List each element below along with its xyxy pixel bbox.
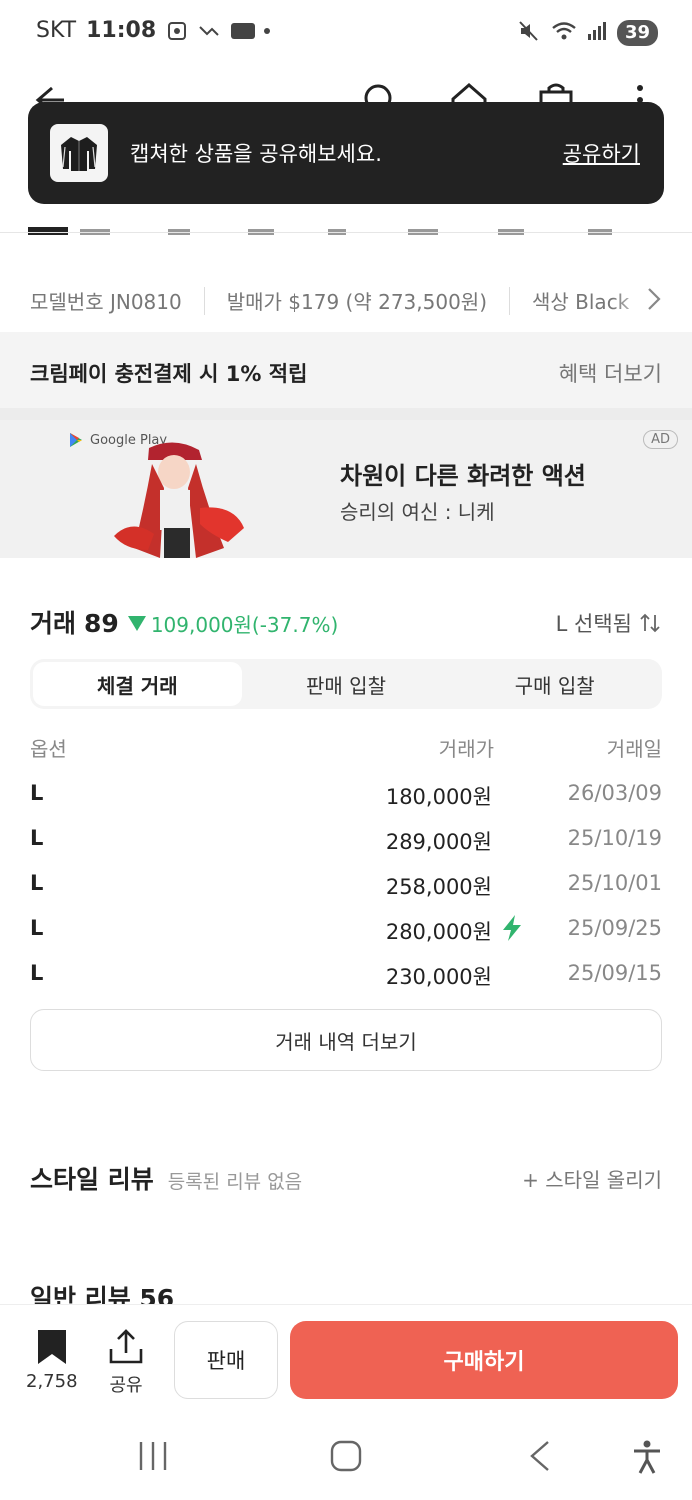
status-bar: SKT 11:08 39 <box>0 0 692 64</box>
size-selector[interactable]: L 선택됨 <box>556 608 662 638</box>
ad-title: 차원이 다른 화려한 액션 <box>340 462 586 490</box>
table-row: L 230,000원 25/09/15 <box>30 953 662 993</box>
table-row: L 289,000원 25/10/19 <box>30 818 662 858</box>
share-toast: 캡쳐한 상품을 공유해보세요. 공유하기 <box>28 102 664 204</box>
home-button-icon[interactable] <box>330 1440 362 1476</box>
toast-share-link[interactable]: 공유하기 <box>563 138 640 168</box>
wifi-icon <box>551 20 577 46</box>
share-icon <box>109 1329 143 1364</box>
tab-sell-bids[interactable]: 판매 입찰 <box>242 662 451 706</box>
bookmark-button[interactable]: 2,758 <box>26 1329 78 1392</box>
bookmark-count: 2,758 <box>26 1371 78 1392</box>
accessibility-icon[interactable] <box>632 1440 662 1478</box>
column-option: 옵션 <box>30 737 67 761</box>
size-selected-label: L 선택됨 <box>555 612 632 636</box>
toast-message: 캡쳐한 상품을 공유해보세요. <box>130 142 382 166</box>
row-date: 25/09/25 <box>567 916 662 940</box>
notification-dot-icon <box>262 20 284 42</box>
benefit-text: 크림페이 충전결제 시 1% 적립 <box>30 362 308 386</box>
back-icon[interactable] <box>528 1440 552 1476</box>
product-thumbnail <box>50 124 108 182</box>
row-price: 180,000원 <box>385 785 492 809</box>
model-number: 모델번호 JN0810 <box>30 290 182 314</box>
trades-count: 89 <box>84 609 119 638</box>
ad-badge: AD <box>643 430 678 449</box>
tab-buy-bids[interactable]: 구매 입찰 <box>450 662 659 706</box>
row-option: L <box>30 781 44 805</box>
column-price: 거래가 <box>438 737 494 761</box>
price-change-value: 109,000원(-37.7%) <box>150 612 339 637</box>
webtoon-icon <box>230 20 256 42</box>
divider <box>0 232 692 233</box>
mute-icon <box>517 20 541 46</box>
more-trades-button[interactable]: 거래 내역 더보기 <box>30 1009 662 1071</box>
row-option: L <box>30 871 44 895</box>
row-option: L <box>30 826 44 850</box>
row-date: 25/09/15 <box>567 961 662 985</box>
row-option: L <box>30 916 44 940</box>
bookmark-icon <box>37 1330 66 1364</box>
row-price: 289,000원 <box>385 830 492 854</box>
style-review-empty: 등록된 리뷰 없음 <box>167 1171 303 1193</box>
separator <box>509 286 510 315</box>
sort-arrows-icon <box>640 613 660 633</box>
hidden-content-peek <box>28 222 664 235</box>
ad-banner[interactable]: Google Play 차원이 다른 화려한 액션 승리의 여신 : 니케 AD <box>0 420 692 558</box>
separator <box>203 286 205 315</box>
battery-indicator: 39 <box>616 20 658 46</box>
row-price: 280,000원 <box>385 920 492 944</box>
trade-table-header: 옵션 거래가 거래일 <box>30 733 662 763</box>
share-button[interactable]: 공유 <box>108 1329 144 1397</box>
row-date: 25/10/01 <box>567 871 662 895</box>
upload-style-link[interactable]: + 스타일 올리기 <box>522 1164 662 1193</box>
row-price: 230,000원 <box>385 965 492 989</box>
row-option: L <box>30 961 44 985</box>
style-review-title: 스타일 리뷰 <box>30 1165 154 1194</box>
game-character-image <box>104 438 254 558</box>
recent-apps-icon[interactable] <box>138 1440 168 1476</box>
trade-tabs: 체결 거래 판매 입찰 구매 입찰 <box>30 659 662 709</box>
tab-completed-trades[interactable]: 체결 거래 <box>33 662 242 706</box>
ad-subtitle: 승리의 여신 : 니케 <box>340 500 495 524</box>
row-date: 25/10/19 <box>567 826 662 850</box>
bottom-action-bar: 2,758 공유 판매 구매하기 <box>0 1304 692 1414</box>
system-nav-bar <box>0 1414 692 1500</box>
clock: 11:08 <box>86 18 157 43</box>
lightning-icon <box>500 914 524 947</box>
column-date: 거래일 <box>606 737 662 761</box>
row-date: 26/03/09 <box>567 781 662 805</box>
screenshot-icon <box>166 20 188 42</box>
signal-icon <box>587 20 607 46</box>
share-label: 공유 <box>109 1375 143 1396</box>
chevron-right-icon[interactable] <box>646 286 662 316</box>
benefit-more-link[interactable]: 혜택 더보기 <box>559 358 662 388</box>
table-row: L 258,000원 25/10/01 <box>30 863 662 903</box>
benefit-banner[interactable]: 크림페이 충전결제 시 1% 적립 혜택 더보기 <box>0 336 692 408</box>
buy-button[interactable]: 구매하기 <box>290 1321 678 1399</box>
trades-title: 거래 <box>30 609 77 638</box>
table-row: L 180,000원 26/03/09 <box>30 773 662 813</box>
table-row: L 280,000원 25/09/25 <box>30 908 662 948</box>
sell-button[interactable]: 판매 <box>174 1321 278 1399</box>
style-review-header: 스타일 리뷰 등록된 리뷰 없음 <box>30 1160 302 1196</box>
missed-call-icon <box>198 20 220 42</box>
carrier-label: SKT <box>36 18 77 43</box>
product-info-row[interactable]: 모델번호 JN0810 발매가 $179 (약 273,500원) 색상 Bla… <box>0 262 692 332</box>
release-price: 발매가 $179 (약 273,500원) <box>226 290 487 314</box>
trades-header: 거래 89 109,000원(-37.7%) <box>30 604 338 640</box>
triangle-down-icon <box>127 616 146 631</box>
general-review-title: 일반 리뷰 56 <box>30 1284 175 1304</box>
price-change: 109,000원(-37.7%) <box>127 609 338 638</box>
row-price: 258,000원 <box>385 875 492 899</box>
